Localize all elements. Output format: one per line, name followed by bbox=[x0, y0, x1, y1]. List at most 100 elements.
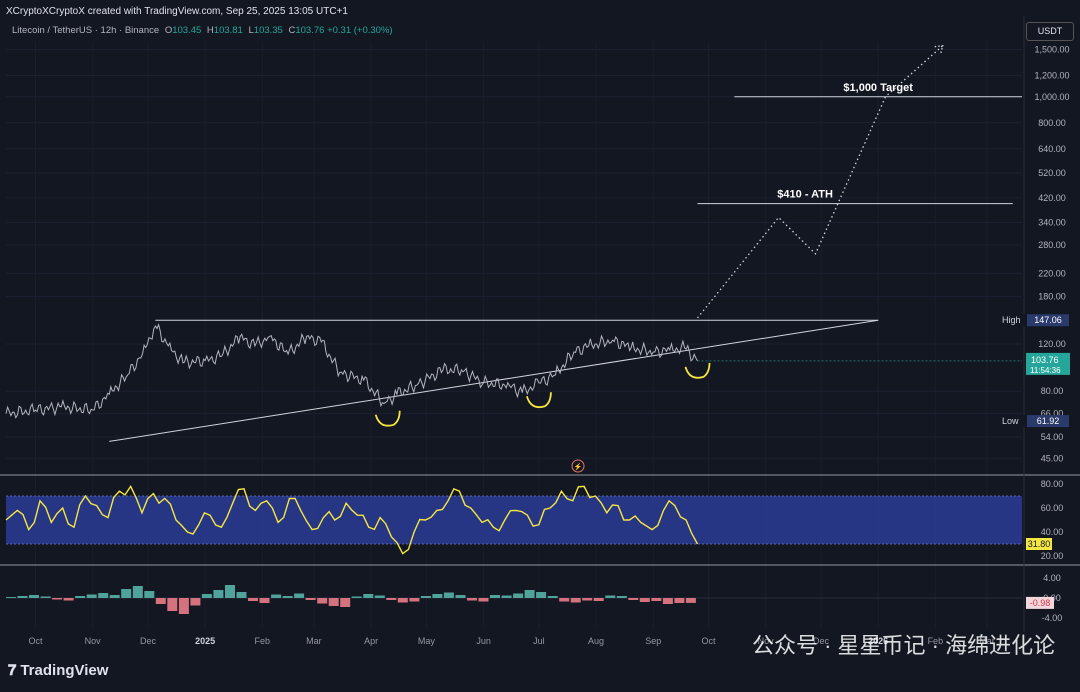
bottom-annotation bbox=[374, 410, 401, 427]
macd-bar bbox=[271, 594, 282, 598]
last-price-value: 103.76 bbox=[1031, 355, 1059, 365]
price-axis-tick: 180.00 bbox=[1038, 292, 1066, 302]
price-axis-tick: 120.00 bbox=[1038, 339, 1066, 349]
macd-bar bbox=[259, 598, 270, 603]
rsi-axis-tick: 40.00 bbox=[1041, 527, 1064, 537]
macd-bar bbox=[662, 598, 673, 604]
macd-bar bbox=[248, 598, 258, 601]
support-line bbox=[109, 319, 879, 442]
macd-bar bbox=[490, 595, 500, 598]
level-label: $410 - ATH bbox=[777, 189, 833, 201]
macd-bar bbox=[432, 594, 443, 598]
time-axis-tick: May bbox=[418, 636, 436, 646]
macd-bar bbox=[513, 593, 524, 598]
macd-bar bbox=[467, 598, 477, 601]
time-axis-tick: Jun bbox=[476, 636, 491, 646]
price-chart[interactable]: $1,000 Target $410 - ATH ⚡ 1,500.00 1,200.00… bbox=[0, 0, 1080, 692]
mark-value: 61.92 bbox=[1037, 416, 1060, 426]
price-axis-tick: 45.00 bbox=[1041, 453, 1064, 463]
macd-bar bbox=[98, 593, 109, 598]
macd-bar bbox=[409, 598, 420, 602]
macd-bar bbox=[201, 594, 212, 598]
price-axis-tick: 520.00 bbox=[1038, 168, 1066, 178]
macd-bar bbox=[317, 598, 328, 604]
macd-bar bbox=[190, 598, 201, 606]
macd-bar bbox=[501, 595, 512, 598]
macd-bar bbox=[420, 596, 431, 598]
event-icon-glyph: ⚡ bbox=[574, 462, 583, 471]
macd-bar bbox=[155, 598, 166, 604]
price-axis-tick: 640.00 bbox=[1038, 144, 1066, 154]
macd-bar bbox=[674, 598, 685, 603]
macd-bar bbox=[547, 596, 558, 598]
price-axis-tick: 800.00 bbox=[1038, 118, 1066, 128]
time-axis-tick: Feb bbox=[255, 636, 271, 646]
macd-bar bbox=[17, 596, 28, 598]
time-axis-tick: Oct bbox=[702, 636, 717, 646]
macd-bar bbox=[536, 592, 547, 598]
time-axis-tick: Sep bbox=[645, 636, 661, 646]
macd-bar bbox=[236, 592, 247, 598]
macd-bar bbox=[294, 593, 305, 598]
macd-bar bbox=[524, 590, 535, 598]
macd-axis-tick: 4.00 bbox=[1043, 573, 1061, 583]
price-axis-tick: 1,000.00 bbox=[1034, 92, 1069, 102]
price-axis-tick: 80.00 bbox=[1041, 386, 1064, 396]
macd-bar bbox=[167, 598, 178, 611]
price-axis-tick: 54.00 bbox=[1041, 432, 1064, 442]
time-axis-tick: Nov bbox=[85, 636, 102, 646]
price-axis-tick: 220.00 bbox=[1038, 268, 1066, 278]
macd-bar bbox=[52, 598, 63, 600]
macd-bar bbox=[178, 598, 189, 614]
watermark: 公众号 · 星星币记 · 海绵进化论 bbox=[752, 633, 1056, 658]
rsi-last-value: 31.80 bbox=[1028, 539, 1051, 549]
mark-label: High bbox=[1002, 315, 1021, 325]
macd-bar bbox=[374, 595, 385, 598]
last-price-countdown: 11:54:36 bbox=[1030, 366, 1061, 375]
macd-bar bbox=[593, 598, 604, 601]
macd-bar bbox=[582, 598, 593, 601]
tradingview-logo: 𝟕 TradingView bbox=[8, 662, 108, 679]
macd-bar bbox=[397, 598, 408, 603]
macd-bar bbox=[63, 598, 74, 601]
macd-bar bbox=[351, 596, 362, 598]
price-axis-tick: 420.00 bbox=[1038, 193, 1066, 203]
price-axis-tick: 1,500.00 bbox=[1034, 45, 1069, 55]
macd-bar bbox=[559, 598, 570, 602]
macd-bar bbox=[443, 592, 454, 598]
macd-bar bbox=[455, 595, 466, 598]
time-axis-tick: Oct bbox=[28, 636, 43, 646]
macd-bar bbox=[639, 598, 650, 602]
macd-bar bbox=[363, 594, 374, 598]
time-axis-tick: Apr bbox=[364, 636, 378, 646]
macd-bar bbox=[605, 595, 616, 598]
macd-bar bbox=[570, 598, 581, 603]
macd-bar bbox=[75, 596, 86, 598]
time-axis-tick: Dec bbox=[140, 636, 157, 646]
macd-bar bbox=[282, 596, 293, 598]
macd-bar bbox=[616, 596, 627, 598]
time-axis-tick: Mar bbox=[306, 636, 322, 646]
price-axis-tick: 340.00 bbox=[1038, 218, 1066, 228]
time-axis-tick: 2025 bbox=[195, 636, 215, 646]
macd-bar bbox=[628, 598, 639, 600]
mark-value: 147.06 bbox=[1034, 315, 1062, 325]
macd-last-value: -0.98 bbox=[1030, 598, 1051, 608]
macd-bar bbox=[328, 598, 339, 606]
macd-bar bbox=[340, 598, 351, 607]
macd-bar bbox=[213, 590, 224, 598]
macd-axis-tick: -4.00 bbox=[1042, 613, 1063, 623]
mark-label: Low bbox=[1002, 416, 1019, 426]
macd-bar bbox=[86, 594, 97, 598]
rsi-axis-tick: 20.00 bbox=[1041, 551, 1064, 561]
macd-bar bbox=[132, 586, 143, 598]
macd-bar bbox=[386, 598, 397, 600]
rsi-axis-tick: 80.00 bbox=[1041, 479, 1064, 489]
level-label: $1,000 Target bbox=[843, 82, 913, 94]
macd-bar bbox=[109, 595, 120, 598]
macd-bar bbox=[305, 598, 316, 600]
bottom-annotation bbox=[684, 362, 711, 379]
time-axis-tick: Jul bbox=[533, 636, 545, 646]
macd-bar bbox=[40, 596, 51, 598]
macd-bar bbox=[478, 598, 489, 602]
